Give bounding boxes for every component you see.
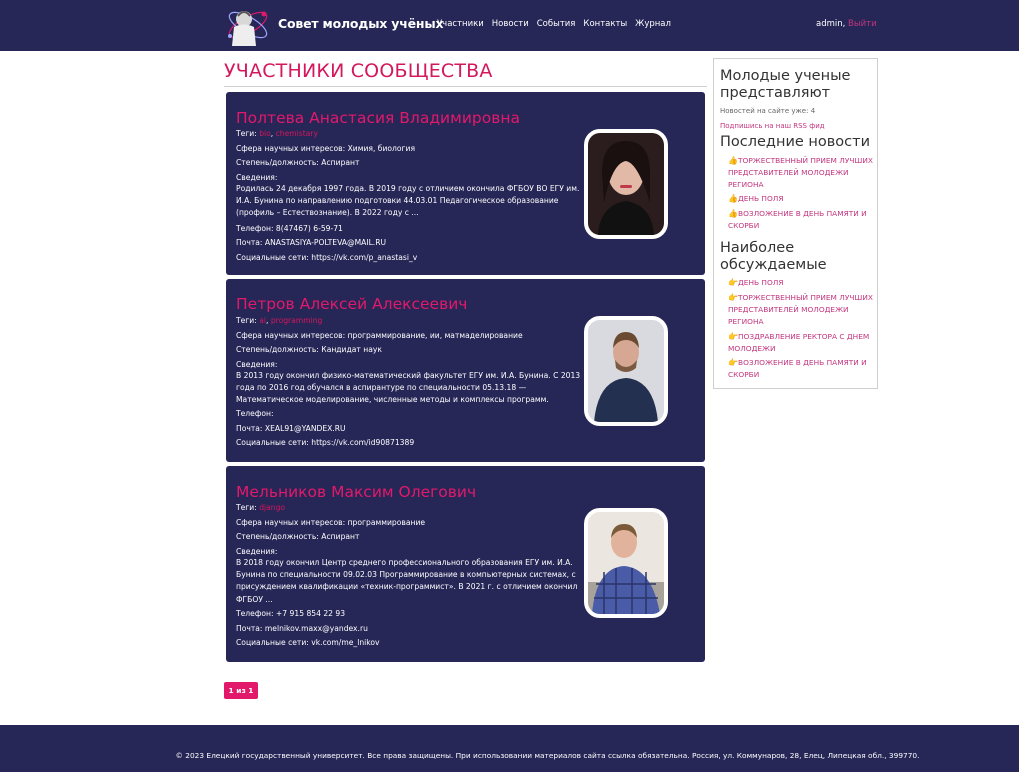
thumbs-up-icon: 👍 — [728, 194, 738, 203]
news-count: Новостей на сайте уже: 4 — [720, 107, 816, 115]
hand-point-icon: 👉 — [728, 278, 738, 287]
latest-news-item[interactable]: 👍ДЕНЬ ПОЛЯ — [728, 193, 876, 205]
thumbs-up-icon: 👍 — [728, 156, 738, 165]
member-name[interactable]: Полтева Анастасия Владимировна — [236, 109, 520, 127]
member-social: Социальные сети: vk.com/me_lnikov — [236, 638, 380, 647]
tag-link[interactable]: programming — [271, 316, 323, 325]
user-area: admin, Выйти — [816, 19, 877, 29]
member-degree: Степень/должность: Кандидат наук — [236, 345, 382, 354]
title-divider — [224, 86, 707, 87]
tag-link[interactable]: ai — [259, 316, 266, 325]
page-title: УЧАСТНИКИ СООБЩЕСТВА — [224, 60, 493, 82]
rss-link[interactable]: Подпишись на наш RSS фид — [720, 122, 825, 130]
member-degree: Степень/должность: Аспирант — [236, 532, 360, 541]
member-info: Родилась 24 декабря 1997 года. В 2019 го… — [236, 184, 580, 218]
pagination-current[interactable]: 1 из 1 — [224, 682, 258, 699]
site-title[interactable]: Совет молодых учёных — [278, 16, 444, 31]
top-navbar: Совет молодых учёных Участники Новости С… — [0, 0, 1019, 51]
sidebar: Молодые ученые представляют Новостей на … — [713, 58, 878, 389]
member-field: Сфера научных интересов: программировани… — [236, 331, 523, 340]
latest-news-item[interactable]: 👍ВОЗЛОЖЕНИЕ В ДЕНЬ ПАМЯТИ И СКОРБИ — [728, 208, 876, 232]
nav-journal[interactable]: Журнал — [635, 19, 671, 29]
nav-members[interactable]: Участники — [437, 19, 484, 29]
hand-point-icon: 👉 — [728, 358, 738, 367]
member-card: Полтева Анастасия Владимировна Теги: bio… — [226, 92, 705, 275]
thumbs-up-icon: 👍 — [728, 209, 738, 218]
member-email: Почта: XEAL91@YANDEX.RU — [236, 424, 346, 433]
member-tags: Теги: django — [236, 503, 286, 512]
footer-text: © 2023 Елецкий государственный университ… — [175, 751, 920, 760]
nav-contacts[interactable]: Контакты — [583, 19, 627, 29]
member-field: Сфера научных интересов: Химия, биология — [236, 144, 416, 153]
logout-link[interactable]: Выйти — [848, 19, 877, 29]
member-name[interactable]: Петров Алексей Алексеевич — [236, 295, 467, 313]
most-discussed-heading: Наиболее обсуждаемые — [720, 240, 827, 273]
member-photo — [584, 508, 668, 618]
member-social: Социальные сети: https://vk.com/p_anasta… — [236, 253, 418, 262]
member-phone: Телефон: 8(47467) 6-59-71 — [236, 224, 343, 233]
member-photo — [584, 316, 668, 426]
member-photo — [584, 129, 668, 239]
latest-news-heading: Последние новости — [720, 134, 871, 150]
member-degree: Степень/должность: Аспирант — [236, 158, 360, 167]
nav-news[interactable]: Новости — [492, 19, 529, 29]
latest-news-item[interactable]: 👍ТОРЖЕСТВЕННЫЙ ПРИЕМ ЛУЧШИХ ПРЕДСТАВИТЕЛ… — [728, 155, 876, 191]
hand-point-icon: 👉 — [728, 332, 738, 341]
discussed-item[interactable]: 👉ТОРЖЕСТВЕННЫЙ ПРИЕМ ЛУЧШИХ ПРЕДСТАВИТЕЛ… — [728, 292, 876, 328]
member-tags: Теги: ai, programming — [236, 316, 323, 325]
member-info: В 2018 году окончил Центр среднего профе… — [236, 558, 578, 604]
member-name[interactable]: Мельников Максим Олегович — [236, 483, 476, 501]
discussed-item[interactable]: 👉ДЕНЬ ПОЛЯ — [728, 277, 876, 289]
member-info: В 2013 году окончил физико-математически… — [236, 371, 581, 405]
sidebar-heading: Молодые ученые представляют — [720, 68, 851, 101]
main-nav: Участники Новости События Контакты Журна… — [437, 19, 671, 29]
tag-link[interactable]: bio — [259, 129, 271, 138]
member-email: Почта: melnikov.maxx@yandex.ru — [236, 624, 368, 633]
hand-point-icon: 👉 — [728, 293, 738, 302]
member-tags: Теги: bio, chemistary — [236, 129, 318, 138]
member-social: Социальные сети: https://vk.com/id908713… — [236, 438, 415, 447]
tag-link[interactable]: django — [259, 503, 285, 512]
footer: © 2023 Елецкий государственный университ… — [0, 725, 1019, 772]
nav-events[interactable]: События — [537, 19, 576, 29]
user-name[interactable]: admin — [816, 19, 843, 29]
member-card: Петров Алексей Алексеевич Теги: ai, prog… — [226, 279, 705, 462]
discussed-item[interactable]: 👉ВОЗЛОЖЕНИЕ В ДЕНЬ ПАМЯТИ И СКОРБИ — [728, 357, 876, 381]
member-card: Мельников Максим Олегович Теги: django С… — [226, 466, 705, 662]
member-field: Сфера научных интересов: программировани… — [236, 518, 426, 527]
tag-link[interactable]: chemistary — [276, 129, 318, 138]
member-email: Почта: ANASTASIYA-POLTEVA@MAIL.RU — [236, 238, 387, 247]
member-phone: Телефон: +7 915 854 22 93 — [236, 609, 346, 618]
discussed-item[interactable]: 👉ПОЗДРАВЛЕНИЕ РЕКТОРА С ДНЕМ МОЛОДЕЖИ — [728, 331, 876, 355]
member-phone: Телефон: — [236, 409, 274, 418]
site-logo[interactable] — [224, 2, 272, 48]
